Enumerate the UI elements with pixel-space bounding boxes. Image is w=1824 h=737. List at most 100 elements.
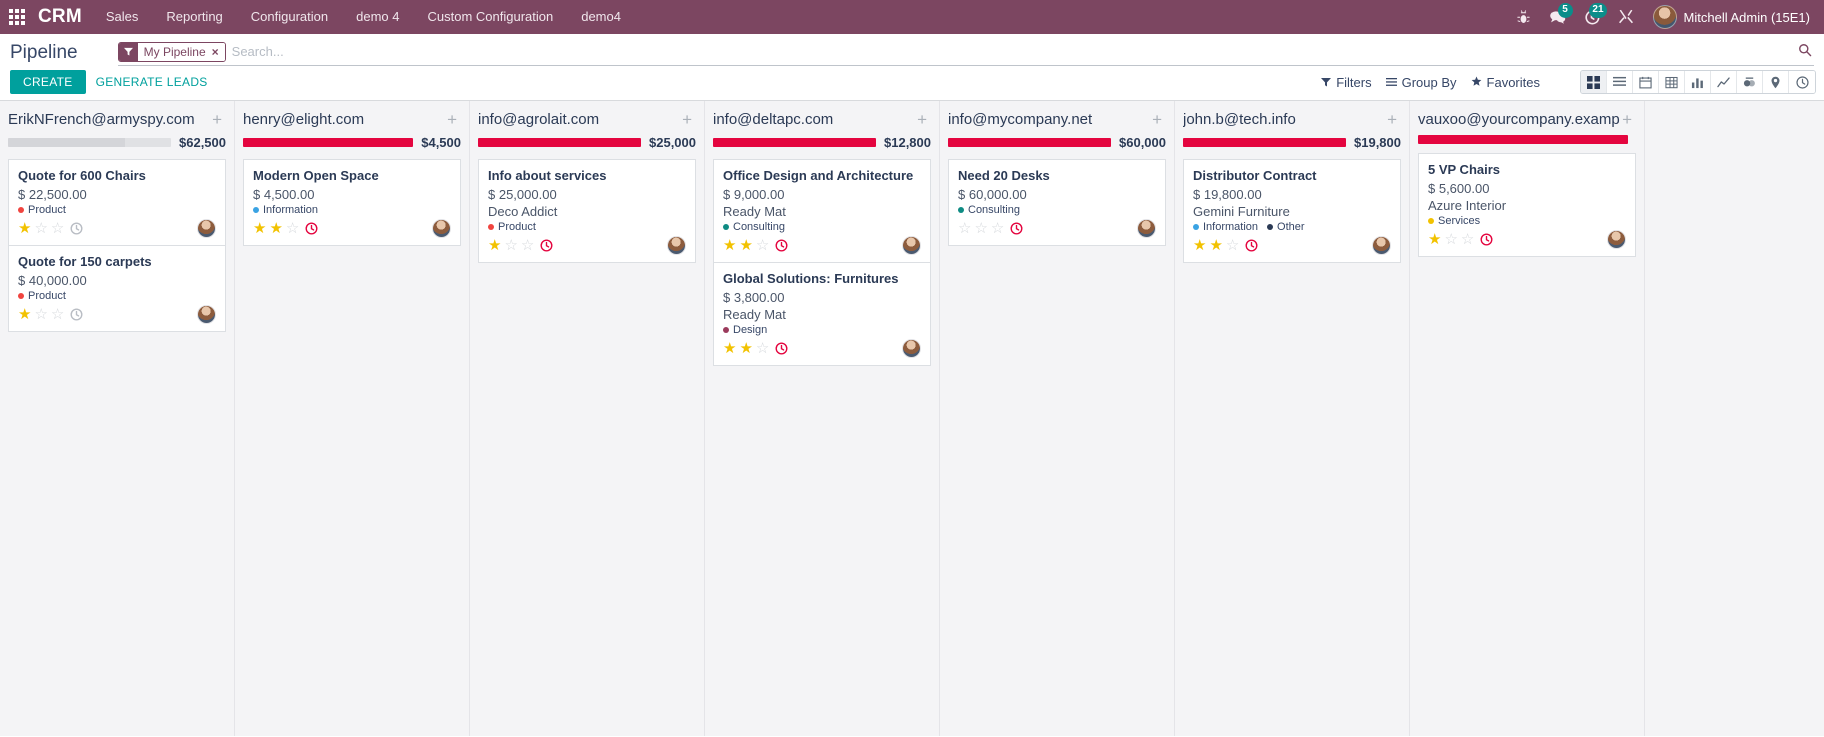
kanban-column-progressbar[interactable]: $62,500 [8, 135, 226, 150]
search-facet-my-pipeline[interactable]: My Pipeline × [117, 41, 226, 62]
kanban-column-header[interactable]: vauxoo@yourcompany.example.com+ [1418, 109, 1636, 129]
kanban-card-tag[interactable]: Services [1428, 215, 1480, 227]
add-record-icon[interactable]: + [1620, 111, 1634, 128]
kanban-card[interactable]: 5 VP Chairs $ 5,600.00 Azure Interior Servi… [1418, 153, 1636, 257]
priority-star[interactable]: ☆ [1461, 232, 1474, 247]
activity-red-clock-icon[interactable] [775, 239, 788, 252]
kanban-card-tag[interactable]: Consulting [723, 221, 785, 233]
priority-star[interactable]: ☆ [958, 221, 971, 236]
priority-stars[interactable]: ★ ★ ☆ [723, 341, 769, 356]
kanban-column-header[interactable]: john.b@tech.info + [1183, 109, 1401, 129]
assignee-avatar[interactable] [1607, 230, 1626, 249]
priority-star[interactable]: ☆ [1226, 238, 1239, 253]
nav-item-demo4[interactable]: demo4 [567, 0, 635, 34]
activity-red-clock-icon[interactable] [1480, 233, 1493, 246]
add-record-icon[interactable]: + [680, 111, 694, 128]
priority-star[interactable]: ☆ [34, 221, 47, 236]
activities-clock-icon[interactable]: 21 [1577, 0, 1607, 34]
kanban-column-progressbar[interactable]: $60,000 [948, 135, 1166, 150]
kanban-column-progressbar[interactable]: $19,800 [1183, 135, 1401, 150]
priority-star[interactable]: ★ [739, 238, 752, 253]
priority-star[interactable]: ☆ [756, 341, 769, 356]
nav-item-custom-configuration[interactable]: Custom Configuration [413, 0, 567, 34]
priority-star[interactable]: ☆ [1444, 232, 1457, 247]
search-icon[interactable] [1798, 43, 1812, 60]
assignee-avatar[interactable] [1372, 236, 1391, 255]
nav-item-configuration[interactable]: Configuration [237, 0, 342, 34]
add-record-icon[interactable]: + [915, 111, 929, 128]
priority-stars[interactable]: ★ ☆ ☆ [1428, 232, 1474, 247]
kanban-card[interactable]: Quote for 600 Chairs $ 22,500.00 Product ★ ☆… [8, 159, 226, 246]
assignee-avatar[interactable] [902, 339, 921, 358]
calendar-view-icon[interactable] [1633, 71, 1659, 93]
kanban-column-header[interactable]: info@mycompany.net + [948, 109, 1166, 129]
priority-star[interactable]: ☆ [756, 238, 769, 253]
add-record-icon[interactable]: + [1150, 111, 1164, 128]
priority-star[interactable]: ★ [18, 307, 31, 322]
bug-icon[interactable] [1509, 0, 1539, 34]
kanban-card-tag[interactable]: Product [488, 221, 536, 233]
activity-grey-clock-icon[interactable] [70, 308, 83, 321]
kanban-column-progressbar[interactable] [1418, 135, 1636, 144]
priority-star[interactable]: ☆ [51, 221, 64, 236]
kanban-column-progressbar[interactable]: $4,500 [243, 135, 461, 150]
kanban-card-tag[interactable]: Product [18, 290, 66, 302]
priority-star[interactable]: ☆ [286, 221, 299, 236]
priority-star[interactable]: ★ [253, 221, 266, 236]
assignee-avatar[interactable] [667, 236, 686, 255]
pivot-view-icon[interactable] [1659, 71, 1685, 93]
activity-red-clock-icon[interactable] [1245, 239, 1258, 252]
search-input[interactable] [231, 42, 1814, 61]
priority-star[interactable]: ★ [723, 238, 736, 253]
kanban-column-progressbar[interactable]: $25,000 [478, 135, 696, 150]
priority-star[interactable]: ★ [1193, 238, 1206, 253]
priority-star[interactable]: ☆ [991, 221, 1004, 236]
assignee-avatar[interactable] [197, 219, 216, 238]
priority-star[interactable]: ☆ [974, 221, 987, 236]
kanban-column-header[interactable]: ErikNFrench@armyspy.com + [8, 109, 226, 129]
activity-red-clock-icon[interactable] [775, 342, 788, 355]
kanban-column-header[interactable]: henry@elight.com + [243, 109, 461, 129]
cohort-view-icon[interactable] [1737, 71, 1763, 93]
priority-star[interactable]: ★ [1428, 232, 1441, 247]
priority-stars[interactable]: ★ ★ ☆ [1193, 238, 1239, 253]
assignee-avatar[interactable] [432, 219, 451, 238]
assignee-avatar[interactable] [902, 236, 921, 255]
priority-star[interactable]: ☆ [521, 238, 534, 253]
kanban-card-tag[interactable]: Consulting [958, 204, 1020, 216]
priority-stars[interactable]: ★ ★ ☆ [253, 221, 299, 236]
facet-remove-icon[interactable]: × [211, 42, 225, 61]
kanban-column-header[interactable]: info@deltapc.com + [713, 109, 931, 129]
group-by-dropdown[interactable]: Group By [1385, 75, 1457, 90]
map-view-icon[interactable] [1763, 71, 1789, 93]
priority-star[interactable]: ★ [739, 341, 752, 356]
kanban-view-icon[interactable] [1581, 71, 1607, 93]
filters-dropdown[interactable]: Filters [1321, 75, 1372, 90]
add-record-icon[interactable]: + [1385, 111, 1399, 128]
priority-stars[interactable]: ★ ☆ ☆ [488, 238, 534, 253]
kanban-card-tag[interactable]: Information [1193, 221, 1258, 233]
priority-star[interactable]: ☆ [504, 238, 517, 253]
nav-item-demo-4[interactable]: demo 4 [342, 0, 413, 34]
add-record-icon[interactable]: + [445, 111, 459, 128]
user-menu[interactable]: Mitchell Admin (15E1) [1652, 5, 1814, 29]
add-record-icon[interactable]: + [210, 111, 224, 128]
generate-leads-button[interactable]: GENERATE LEADS [86, 70, 218, 94]
kanban-card[interactable]: Need 20 Desks $ 60,000.00 Consulting ☆ ☆ ☆ [948, 159, 1166, 246]
priority-star[interactable]: ★ [269, 221, 282, 236]
nav-item-sales[interactable]: Sales [92, 0, 153, 34]
nav-item-reporting[interactable]: Reporting [152, 0, 236, 34]
assignee-avatar[interactable] [1137, 219, 1156, 238]
apps-menu-button[interactable] [0, 0, 34, 34]
kanban-card[interactable]: Office Design and Architecture $ 9,000.00… [713, 159, 931, 263]
priority-star[interactable]: ★ [1209, 238, 1222, 253]
kanban-card-tag[interactable]: Other [1267, 221, 1305, 233]
kanban-card-tag[interactable]: Design [723, 324, 767, 336]
debug-tools-icon[interactable] [1611, 0, 1641, 34]
app-brand-title[interactable]: CRM [34, 6, 92, 28]
priority-star[interactable]: ★ [723, 341, 736, 356]
line-chart-view-icon[interactable] [1711, 71, 1737, 93]
assignee-avatar[interactable] [197, 305, 216, 324]
priority-stars[interactable]: ★ ☆ ☆ [18, 221, 64, 236]
priority-star[interactable]: ★ [488, 238, 501, 253]
